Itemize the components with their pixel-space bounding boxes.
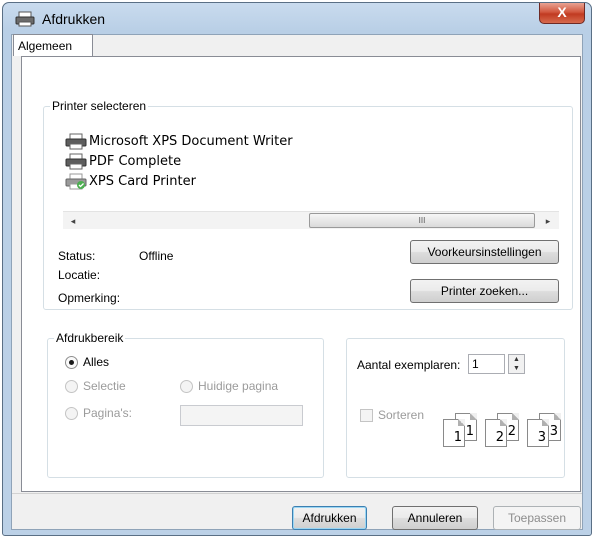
range-pages-radio[interactable] bbox=[65, 407, 78, 420]
collate-set-1-icon: 1 1 bbox=[443, 413, 481, 447]
printer-list-scrollbar[interactable]: ◂ III ▸ bbox=[63, 211, 559, 229]
printer-item[interactable]: Microsoft XPS Document Writer bbox=[65, 131, 293, 151]
collate-page-icon: 2 bbox=[485, 419, 507, 447]
collate-page-icon: 3 bbox=[527, 419, 549, 447]
range-selection-radio[interactable] bbox=[65, 380, 78, 393]
printer-icon bbox=[65, 133, 87, 149]
collate-checkbox[interactable] bbox=[360, 409, 373, 422]
scroll-thumb[interactable]: III bbox=[309, 213, 535, 228]
range-selection-label[interactable]: Selectie bbox=[83, 379, 126, 393]
spin-down-icon[interactable]: ▼ bbox=[509, 364, 524, 373]
printer-item[interactable]: XPS Card Printer bbox=[65, 171, 196, 191]
cancel-button[interactable]: Annuleren bbox=[392, 506, 478, 530]
collate-label[interactable]: Sorteren bbox=[378, 408, 424, 422]
print-button[interactable]: Afdrukken bbox=[292, 506, 367, 530]
collate-page-icon: 1 bbox=[443, 419, 465, 447]
tab-label: Algemeen bbox=[18, 39, 73, 53]
close-button[interactable]: X bbox=[539, 3, 585, 24]
copies-label: Aantal exemplaren: bbox=[357, 358, 461, 372]
printer-check-icon bbox=[65, 173, 87, 189]
printer-name: Microsoft XPS Document Writer bbox=[89, 133, 293, 149]
printer-select-label: Printer selecteren bbox=[50, 99, 149, 113]
printer-item[interactable]: PDF Complete bbox=[65, 151, 181, 171]
printer-icon bbox=[15, 11, 35, 27]
find-printer-button[interactable]: Printer zoeken... bbox=[410, 279, 559, 303]
footer-separator bbox=[12, 493, 582, 494]
copies-value: 1 bbox=[472, 357, 479, 371]
print-dialog: Afdrukken X Algemeen Printer selecteren … bbox=[2, 2, 592, 536]
status-value: Offline bbox=[139, 249, 174, 263]
collate-set-3-icon: 3 3 bbox=[527, 413, 565, 447]
printer-name: PDF Complete bbox=[89, 153, 182, 169]
status-label: Status: bbox=[58, 249, 96, 263]
range-all-radio[interactable] bbox=[65, 356, 78, 369]
scroll-left-icon[interactable]: ◂ bbox=[66, 214, 80, 228]
apply-button[interactable]: Toepassen bbox=[493, 506, 581, 530]
spin-up-icon[interactable]: ▲ bbox=[509, 355, 524, 364]
pages-input[interactable] bbox=[180, 405, 303, 426]
title-bar[interactable]: Afdrukken X bbox=[3, 3, 591, 33]
copies-stepper[interactable]: ▲ ▼ bbox=[508, 354, 525, 374]
comment-label: Opmerking: bbox=[58, 291, 121, 305]
collate-set-2-icon: 2 2 bbox=[485, 413, 523, 447]
window-title: Afdrukken bbox=[42, 11, 106, 27]
range-current-page-radio[interactable] bbox=[180, 380, 193, 393]
range-pages-label[interactable]: Pagina's: bbox=[83, 406, 132, 420]
location-label: Locatie: bbox=[58, 268, 101, 282]
printer-icon bbox=[65, 153, 87, 169]
printer-name: XPS Card Printer bbox=[89, 173, 196, 189]
tab-algemeen[interactable]: Algemeen bbox=[13, 34, 93, 56]
preferences-button[interactable]: Voorkeursinstellingen bbox=[410, 240, 559, 264]
printer-list[interactable]: Microsoft XPS Document Writer PDF Comple… bbox=[65, 123, 558, 211]
scroll-right-icon[interactable]: ▸ bbox=[541, 214, 555, 228]
range-current-page-label[interactable]: Huidige pagina bbox=[198, 379, 278, 393]
print-range-label: Afdrukbereik bbox=[54, 331, 126, 345]
range-all-label[interactable]: Alles bbox=[83, 355, 109, 369]
close-icon: X bbox=[557, 4, 567, 20]
scroll-grip-icon: III bbox=[418, 216, 426, 225]
copies-input[interactable]: 1 bbox=[468, 354, 505, 374]
